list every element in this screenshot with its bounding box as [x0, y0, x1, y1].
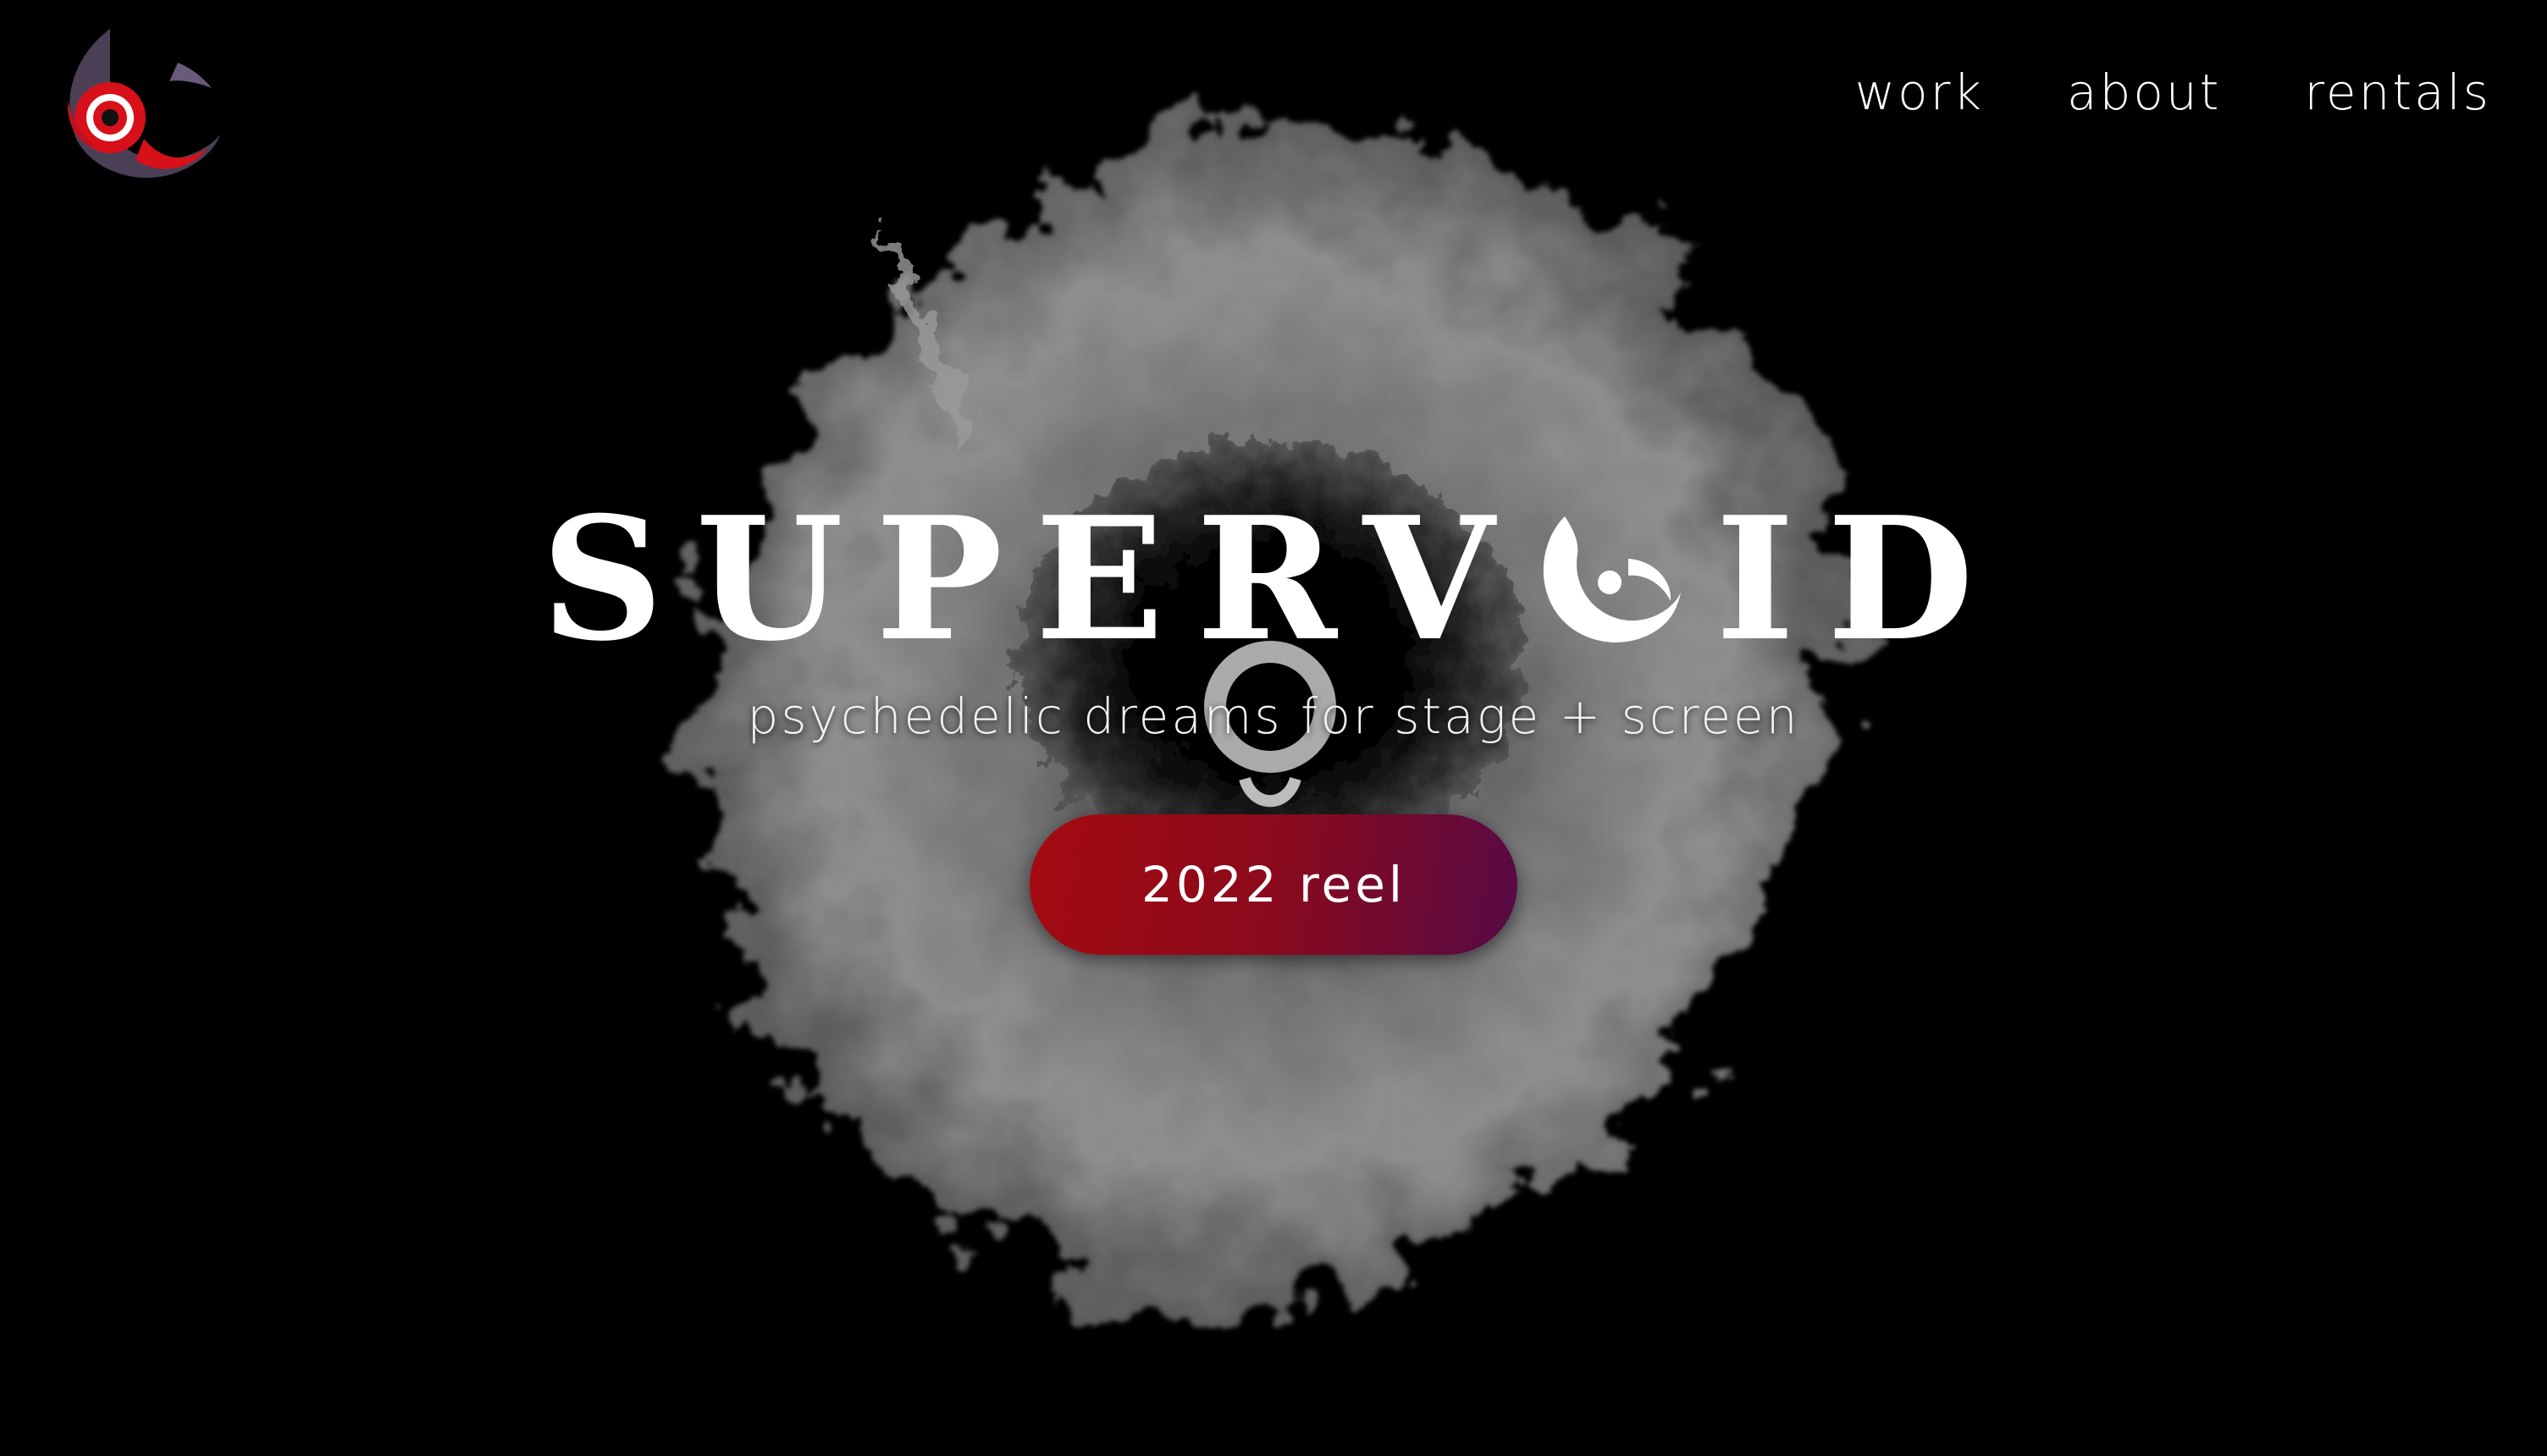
- main-nav: work about rentals: [1855, 68, 2491, 117]
- landing-page: work about rentals SUPERV ID psychedelic…: [0, 0, 2547, 1456]
- site-title: SUPERV ID: [541, 495, 2006, 665]
- title-wrap: SUPERV ID: [0, 495, 2547, 665]
- nav-item-rentals[interactable]: rentals: [2304, 68, 2491, 117]
- nav-item-about[interactable]: about: [2067, 68, 2221, 117]
- supervoid-logo-icon[interactable]: [51, 20, 220, 190]
- eye-o-glyph-icon: [1543, 516, 1681, 643]
- tagline: psychedelic dreams for stage + screen: [747, 687, 1800, 745]
- reel-button[interactable]: 2022 reel: [1030, 814, 1517, 955]
- nav-item-work[interactable]: work: [1855, 68, 1984, 117]
- site-title-suffix: ID: [1715, 480, 2006, 679]
- site-title-prefix: SUPERV: [541, 480, 1527, 679]
